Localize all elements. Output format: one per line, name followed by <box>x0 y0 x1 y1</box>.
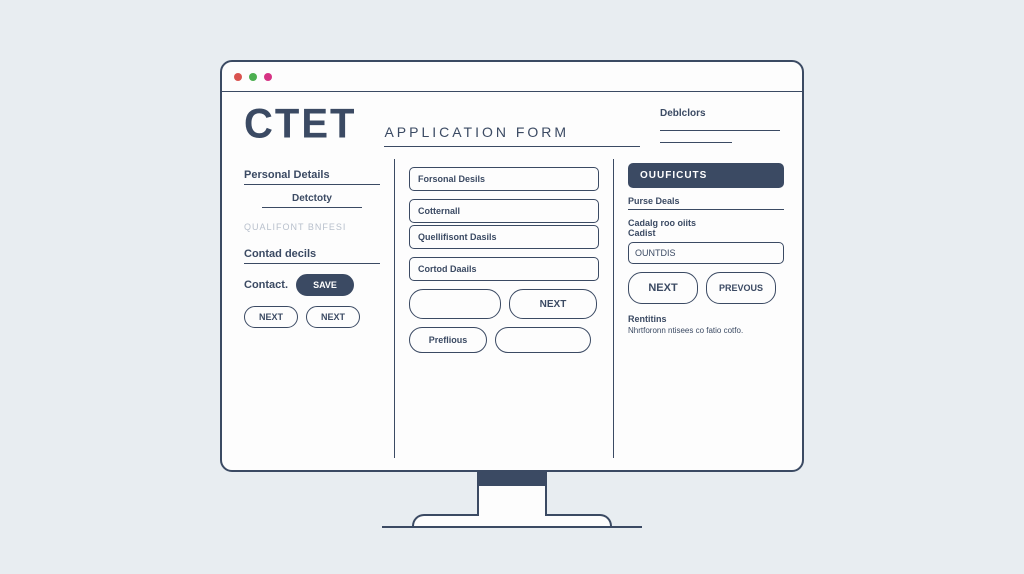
screen: CTET APPLICATION FORM Deblclors Personal… <box>220 60 804 472</box>
next-button[interactable]: NEXT <box>306 306 360 328</box>
faint-label: QUALIFONT BNFESI <box>244 222 380 232</box>
contact-label: Contact. <box>244 279 288 291</box>
mid-nav-row: NEXT <box>409 289 599 319</box>
minimize-icon[interactable] <box>249 73 257 81</box>
contact-row: Contact. SAVE <box>244 274 380 296</box>
title-wrap: APPLICATION FORM <box>384 124 640 147</box>
aside-label: Cadalg roo oiits <box>628 218 784 228</box>
monitor-frame: CTET APPLICATION FORM Deblclors Personal… <box>220 60 804 528</box>
previous-button[interactable]: Preflious <box>409 327 487 353</box>
next-button[interactable]: NEXT <box>509 289 597 319</box>
blank-button[interactable] <box>409 289 501 319</box>
meta-line <box>660 135 732 143</box>
header: CTET APPLICATION FORM Deblclors <box>222 92 802 155</box>
field-contact[interactable]: Cortod Daails <box>409 257 599 281</box>
ground-line <box>382 526 642 528</box>
badge-outputs: OUUFICUTS <box>628 163 784 188</box>
aside-label: Cadist <box>628 228 784 238</box>
mid-nav-row-2: Preflious <box>409 327 599 353</box>
field-qualification[interactable]: Quellifisont Dasils <box>409 225 599 249</box>
divider <box>628 209 784 210</box>
previous-button[interactable]: PREVOUS <box>706 272 776 304</box>
content-columns: Personal Details Detctoty QUALIFONT BNFE… <box>222 155 802 470</box>
sidebar-left: Personal Details Detctoty QUALIFONT BNFE… <box>244 159 394 458</box>
form-column: Forsonal Desils Cotternall Quellifisont … <box>394 159 614 458</box>
search-input[interactable]: OUNTDIS <box>628 242 784 264</box>
nav-row: NEXT NEXT <box>244 306 380 328</box>
monitor-stand <box>477 472 547 516</box>
field-optional[interactable]: Cotternall <box>409 199 599 223</box>
blank-button[interactable] <box>495 327 591 353</box>
field-personal[interactable]: Forsonal Desils <box>409 167 599 191</box>
save-button[interactable]: SAVE <box>296 274 354 296</box>
page-title: APPLICATION FORM <box>384 124 640 147</box>
section-personal-details: Personal Details <box>244 169 380 185</box>
zoom-icon[interactable] <box>264 73 272 81</box>
section-contact-details: Contad decils <box>244 248 380 264</box>
header-meta: Deblclors <box>660 108 780 147</box>
brand-logo: CTET <box>244 101 356 148</box>
next-button[interactable]: NEXT <box>628 272 698 304</box>
next-button[interactable]: NEXT <box>244 306 298 328</box>
aside-nav-row: NEXT PREVOUS <box>628 272 784 304</box>
note-heading: Rentitins <box>628 314 784 324</box>
meta-line <box>660 123 780 131</box>
aside-label: Purse Deals <box>628 196 784 206</box>
window-titlebar <box>222 62 802 92</box>
section-sub: Detctoty <box>262 188 362 208</box>
header-meta-label: Deblclors <box>660 108 780 119</box>
close-icon[interactable] <box>234 73 242 81</box>
aside-right: OUUFICUTS Purse Deals Cadalg roo oiits C… <box>614 159 784 458</box>
note-text: Nhrtforonn ntisees co fatio cotfo. <box>628 326 784 335</box>
